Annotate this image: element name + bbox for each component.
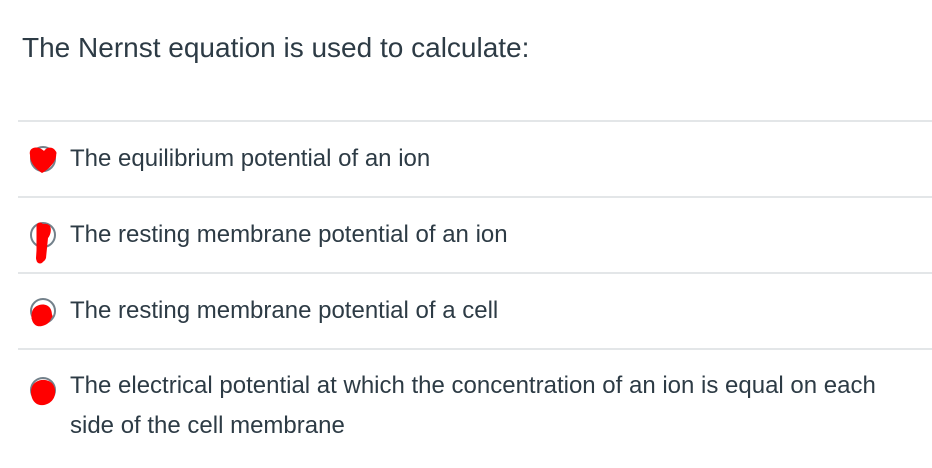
- answer-label: The electrical potential at which the co…: [70, 372, 876, 439]
- red-scribble-mark-icon: [29, 147, 57, 173]
- quiz-question: The Nernst equation is used to calculate…: [0, 0, 932, 468]
- answer-label: The resting membrane potential of a cell: [70, 297, 499, 324]
- radio-button-icon[interactable]: [30, 298, 56, 327]
- red-scribble-mark-icon: [36, 222, 51, 264]
- answer-list: The equilibrium potential of an ion The …: [18, 120, 932, 458]
- answer-label: The resting membrane potential of an ion: [70, 221, 508, 248]
- question-title: The Nernst equation is used to calculate…: [22, 32, 530, 63]
- answer-option-3[interactable]: The resting membrane potential of a cell: [18, 274, 932, 348]
- answer-option-2[interactable]: The resting membrane potential of an ion: [18, 198, 932, 272]
- answer-label: The equilibrium potential of an ion: [70, 145, 431, 172]
- radio-button-icon[interactable]: [30, 222, 56, 264]
- answer-option-4[interactable]: The electrical potential at which the co…: [18, 350, 932, 458]
- radio-button-icon[interactable]: [30, 377, 56, 406]
- radio-button-icon[interactable]: [29, 146, 57, 173]
- answer-option-1[interactable]: The equilibrium potential of an ion: [18, 122, 932, 196]
- red-scribble-mark-icon: [31, 304, 53, 327]
- red-scribble-mark-icon: [31, 379, 56, 406]
